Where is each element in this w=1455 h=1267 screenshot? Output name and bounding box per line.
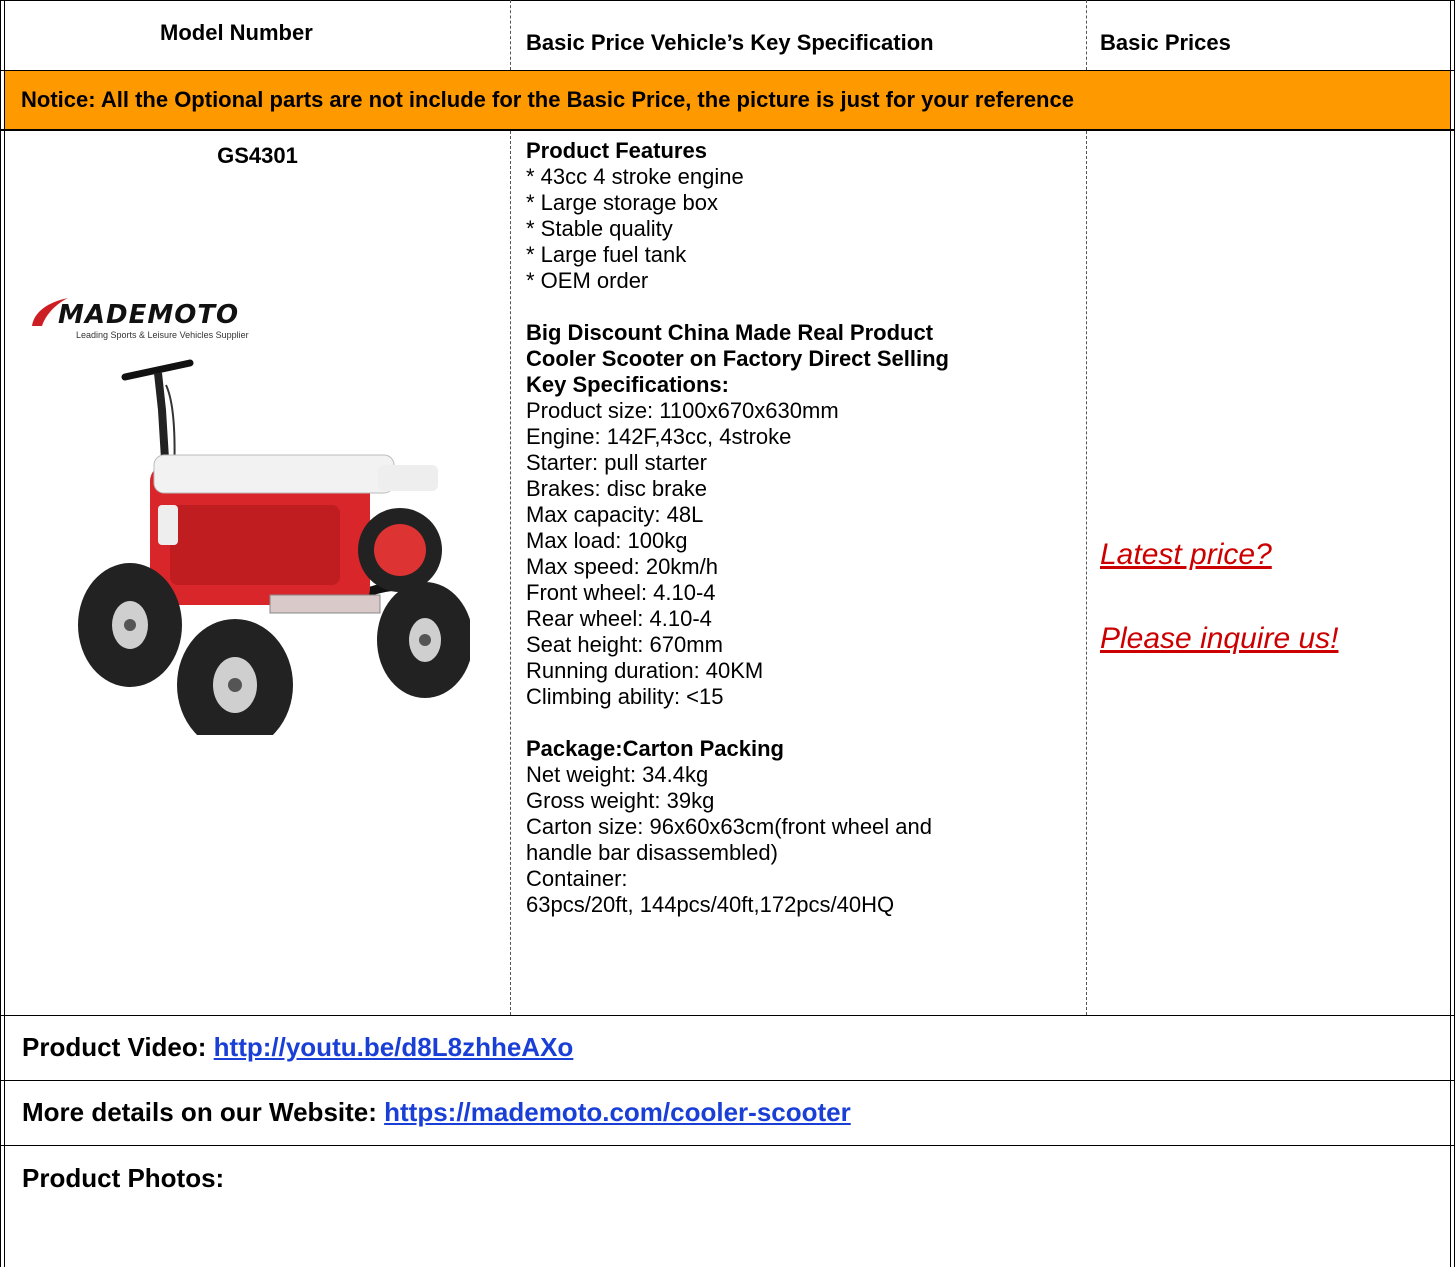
header-key-specification: Basic Price Vehicle’s Key Specification xyxy=(526,30,934,55)
model-number: GS4301 xyxy=(217,143,298,168)
spec-item: Starter: pull starter xyxy=(526,450,707,475)
product-divider-2 xyxy=(1086,131,1087,1015)
package-item: Carton size: 96x60x63cm(front wheel and xyxy=(526,814,932,839)
header-basic-prices: Basic Prices xyxy=(1100,30,1231,55)
feature-item: * OEM order xyxy=(526,268,649,293)
package-item: Net weight: 34.4kg xyxy=(526,762,709,787)
cooler-scooter-image xyxy=(78,359,470,735)
product-divider-1 xyxy=(510,131,511,1015)
product-photos-label: Product Photos: xyxy=(22,1163,225,1193)
frame-left-inner xyxy=(4,0,5,1267)
website-bottom-line xyxy=(0,1145,1455,1146)
key-specifications-title: Key Specifications: xyxy=(526,372,729,397)
features-title: Product Features xyxy=(526,138,707,163)
spec-item: Engine: 142F,43cc, 4stroke xyxy=(526,424,792,449)
product-video-row: Product Video: http://youtu.be/d8L8zhheA… xyxy=(22,1032,573,1063)
package-item: 63pcs/20ft, 144pcs/40ft,172pcs/40HQ xyxy=(526,892,895,917)
frame-left-outer xyxy=(0,0,1,1267)
spec-item: Front wheel: 4.10-4 xyxy=(526,580,716,605)
website-row: More details on our Website: https://mad… xyxy=(22,1097,851,1128)
specification-block: Product Features * 43cc 4 stroke engine … xyxy=(526,138,1076,918)
spec-item: Max speed: 20km/h xyxy=(526,554,718,579)
product-video-label: Product Video: xyxy=(22,1032,214,1062)
feature-item: * Large fuel tank xyxy=(526,242,687,267)
product-bottom-line xyxy=(0,1015,1455,1016)
mademoto-logo: MADEMOTO xyxy=(58,300,240,330)
product-video-link[interactable]: http://youtu.be/d8L8zhheAXo xyxy=(214,1032,574,1062)
feature-item: * Stable quality xyxy=(526,216,673,241)
video-bottom-line xyxy=(0,1080,1455,1081)
frame-right-inner xyxy=(1450,0,1451,1267)
header-divider-1 xyxy=(510,0,511,70)
package-title: Package:Carton Packing xyxy=(526,736,784,761)
mademoto-tagline: Leading Sports & Leisure Vehicles Suppli… xyxy=(76,330,249,340)
spec-item: Seat height: 670mm xyxy=(526,632,723,657)
latest-price-link[interactable]: Latest price? xyxy=(1100,538,1440,572)
spec-item: Climbing ability: <15 xyxy=(526,684,724,709)
feature-item: * Large storage box xyxy=(526,190,719,215)
frame-top xyxy=(0,0,1455,1)
package-item: Gross weight: 39kg xyxy=(526,788,715,813)
inquire-us-link[interactable]: Please inquire us! xyxy=(1100,622,1440,656)
website-link[interactable]: https://mademoto.com/cooler-scooter xyxy=(384,1097,851,1127)
spec-item: Product size: 1100x670x630mm xyxy=(526,398,839,423)
notice-bottom-line xyxy=(0,129,1455,131)
spec-item: Max load: 100kg xyxy=(526,528,688,553)
spec-item: Running duration: 40KM xyxy=(526,658,764,683)
package-item: handle bar disassembled) xyxy=(526,840,778,865)
spec-item: Brakes: disc brake xyxy=(526,476,707,501)
header-model-number: Model Number xyxy=(160,20,313,45)
spec-sheet: Model Number Basic Price Vehicle’s Key S… xyxy=(0,0,1455,1267)
price-inquiry: Latest price? Please inquire us! xyxy=(1100,538,1440,656)
website-label: More details on our Website: xyxy=(22,1097,385,1127)
spec-item: Rear wheel: 4.10-4 xyxy=(526,606,712,631)
feature-item: * 43cc 4 stroke engine xyxy=(526,164,744,189)
headline-line: Cooler Scooter on Factory Direct Selling xyxy=(526,346,949,371)
headline-line: Big Discount China Made Real Product xyxy=(526,320,934,345)
package-item: Container: xyxy=(526,866,628,891)
notice-text: Notice: All the Optional parts are not i… xyxy=(21,87,1074,112)
notice-banner: Notice: All the Optional parts are not i… xyxy=(5,71,1450,129)
header-divider-2 xyxy=(1086,0,1087,70)
spec-item: Max capacity: 48L xyxy=(526,502,704,527)
